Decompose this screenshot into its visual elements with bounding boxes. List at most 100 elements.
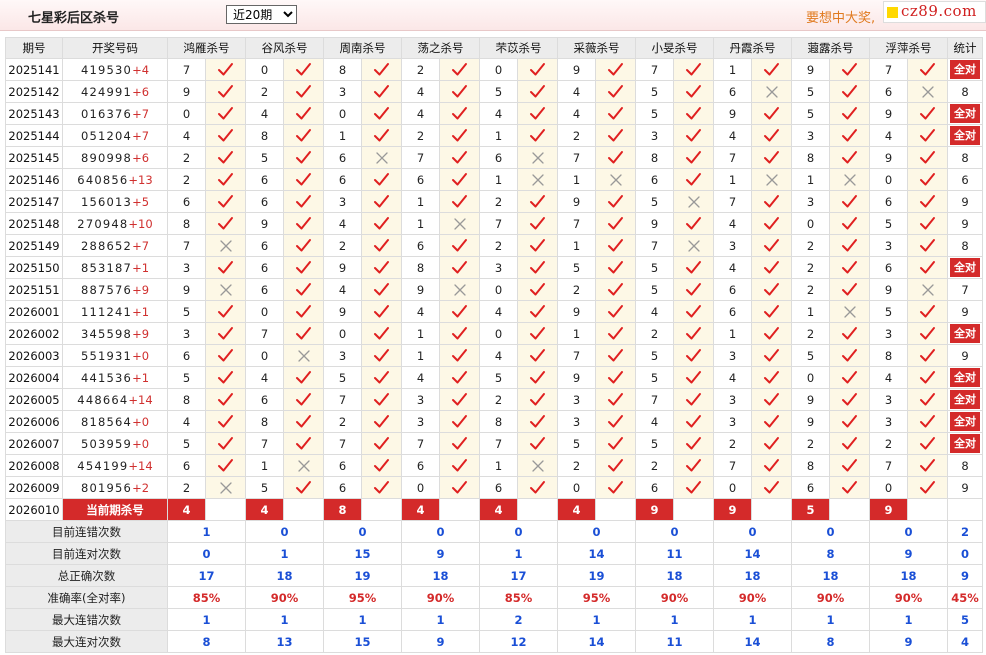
kill-number-cell: 9 xyxy=(869,278,908,301)
period-range-select[interactable]: 近20期 xyxy=(226,5,297,24)
expert-header: 小旻杀号 xyxy=(635,37,714,59)
current-blank-cell xyxy=(517,498,558,521)
back-number: +7 xyxy=(132,106,150,121)
kill-number-cell: 2 xyxy=(167,476,206,499)
check-icon xyxy=(374,393,389,406)
result-mark-cell xyxy=(751,102,792,125)
check-icon xyxy=(608,415,623,428)
result-mark-cell xyxy=(751,432,792,455)
check-icon xyxy=(530,349,545,362)
back-number: +4 xyxy=(132,62,150,77)
summary-value: 19 xyxy=(323,564,402,587)
kill-number-cell: 5 xyxy=(869,212,908,235)
kill-number-cell: 2 xyxy=(323,234,362,257)
front-numbers: 270948 xyxy=(77,216,129,231)
back-number: +1 xyxy=(132,370,150,385)
draw-numbers-cell: 111241+1 xyxy=(62,300,168,323)
result-mark-cell xyxy=(361,476,402,499)
result-mark-cell xyxy=(361,124,402,147)
result-mark-cell xyxy=(751,190,792,213)
kill-number-cell: 7 xyxy=(401,146,440,169)
summary-value: 9 xyxy=(401,630,480,653)
draw-numbers-cell: 051204+7 xyxy=(62,124,168,147)
summary-value: 18 xyxy=(245,564,324,587)
expert-header: 浮萍杀号 xyxy=(869,37,948,59)
front-numbers: 441536 xyxy=(80,370,133,385)
result-mark-cell xyxy=(751,300,792,323)
check-icon xyxy=(920,173,935,186)
result-mark-cell xyxy=(517,190,558,213)
summary-value: 90% xyxy=(713,586,792,609)
result-mark-cell xyxy=(517,410,558,433)
result-mark-cell xyxy=(361,454,402,477)
result-mark-cell xyxy=(595,58,636,81)
check-icon xyxy=(374,283,389,296)
result-mark-cell xyxy=(673,476,714,499)
cross-icon xyxy=(843,173,856,186)
summary-value: 1 xyxy=(167,520,246,543)
current-kill-number: 4 xyxy=(245,498,284,521)
result-mark-cell xyxy=(595,234,636,257)
kill-number-cell: 7 xyxy=(713,190,752,213)
result-mark-cell xyxy=(595,256,636,279)
kill-number-cell: 0 xyxy=(245,344,284,367)
check-icon xyxy=(296,305,311,318)
kill-number-cell: 3 xyxy=(869,234,908,257)
kill-number-cell: 6 xyxy=(401,234,440,257)
stat-cell: 全对 xyxy=(947,410,983,433)
result-mark-cell xyxy=(595,322,636,345)
result-mark-cell xyxy=(673,234,714,257)
front-numbers: 419530 xyxy=(80,62,133,77)
summary-value: 12 xyxy=(479,630,558,653)
stat-cell: 6 xyxy=(947,168,983,191)
expert-header: 丹霞杀号 xyxy=(713,37,792,59)
result-mark-cell xyxy=(751,410,792,433)
kill-number-cell: 0 xyxy=(479,322,518,345)
promo-text[interactable]: 要想中大奖, xyxy=(806,7,875,26)
kill-number-cell: 2 xyxy=(869,432,908,455)
check-icon xyxy=(686,481,701,494)
table-row: 2026004 441536+1 5 4 5 4 5 9 5 4 0 4 全对 xyxy=(5,366,983,389)
site-logo[interactable]: cz89.com xyxy=(883,1,986,23)
kill-number-cell: 5 xyxy=(323,366,362,389)
summary-value: 18 xyxy=(713,564,792,587)
kill-number-cell: 3 xyxy=(713,410,752,433)
result-mark-cell xyxy=(595,344,636,367)
result-mark-cell xyxy=(205,432,246,455)
summary-value: 90% xyxy=(401,586,480,609)
result-mark-cell xyxy=(595,410,636,433)
summary-value: 9 xyxy=(869,630,948,653)
check-icon xyxy=(608,261,623,274)
kill-number-cell: 9 xyxy=(167,278,206,301)
stat-cell: 7 xyxy=(947,278,983,301)
back-number: +0 xyxy=(132,348,150,363)
check-icon xyxy=(686,349,701,362)
result-mark-cell xyxy=(673,102,714,125)
table-row: 2025143 016376+7 0 4 0 4 4 4 5 9 5 9 全对 xyxy=(5,102,983,125)
stat-cell: 9 xyxy=(947,190,983,213)
kill-number-cell: 8 xyxy=(479,410,518,433)
check-icon xyxy=(218,261,233,274)
result-mark-cell xyxy=(205,58,246,81)
check-icon xyxy=(686,261,701,274)
result-mark-cell xyxy=(829,322,870,345)
kill-number-cell: 2 xyxy=(401,58,440,81)
kill-number-cell: 9 xyxy=(791,388,830,411)
draw-numbers-cell: 503959+0 xyxy=(62,432,168,455)
check-icon xyxy=(374,261,389,274)
kill-number-cell: 3 xyxy=(401,410,440,433)
result-mark-cell xyxy=(907,146,948,169)
check-icon xyxy=(530,129,545,142)
expert-header: 周南杀号 xyxy=(323,37,402,59)
result-mark-cell xyxy=(595,366,636,389)
summary-value: 90% xyxy=(869,586,948,609)
draw-numbers-cell: 640856+13 xyxy=(62,168,168,191)
kill-number-cell: 2 xyxy=(791,278,830,301)
kill-number-cell: 5 xyxy=(635,432,674,455)
kill-number-cell: 9 xyxy=(791,58,830,81)
cross-icon xyxy=(453,283,466,296)
kill-number-cell: 8 xyxy=(401,256,440,279)
result-mark-cell xyxy=(829,212,870,235)
check-icon xyxy=(218,437,233,450)
table-row: 2025150 853187+1 3 6 9 8 3 5 5 4 2 6 全对 xyxy=(5,256,983,279)
